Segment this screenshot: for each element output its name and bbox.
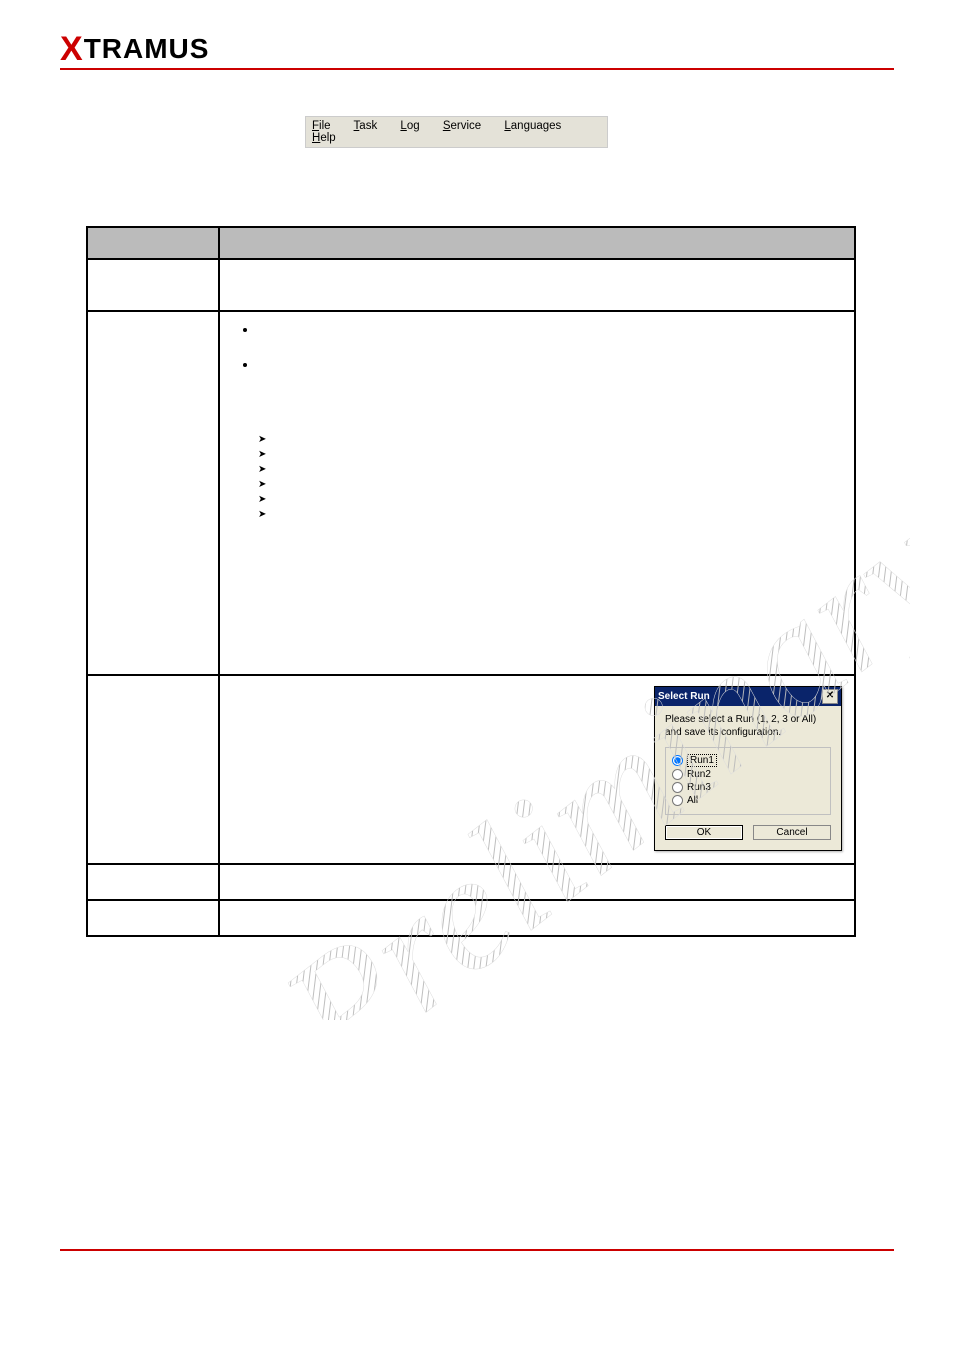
list-item: [258, 460, 844, 475]
logo-rest: TRAMUS: [84, 33, 210, 64]
list-item: [258, 505, 844, 520]
list-item: [258, 490, 844, 505]
table-row: [87, 259, 855, 311]
bullet-list: [258, 322, 844, 372]
file-menu-description-table: Select Run ✕ Please select a Run (1, 2, …: [86, 226, 856, 937]
radio-input-run3[interactable]: [672, 782, 683, 793]
radio-run3[interactable]: Run3: [672, 782, 824, 793]
list-item: [258, 475, 844, 490]
table-row: [87, 900, 855, 936]
cell-label: [87, 259, 219, 311]
radio-input-all[interactable]: [672, 795, 683, 806]
dialog-title: Select Run: [658, 691, 710, 702]
table-row: [87, 864, 855, 900]
cell-label: [87, 900, 219, 936]
header-divider: [60, 68, 894, 70]
table-row: Select Run ✕ Please select a Run (1, 2, …: [87, 675, 855, 864]
menu-service[interactable]: Service: [443, 120, 491, 132]
radio-label: Run3: [687, 782, 711, 793]
dialog-message: Please select a Run (1, 2, 3 or All) and…: [665, 714, 831, 739]
table-header-2: [219, 227, 855, 259]
list-item: [258, 430, 844, 445]
radio-run1[interactable]: Run1: [672, 754, 824, 767]
cell-content: [219, 900, 855, 936]
select-run-dialog: Select Run ✕ Please select a Run (1, 2, …: [654, 686, 842, 851]
radio-label: All: [687, 795, 698, 806]
cell-label: [87, 864, 219, 900]
menu-log[interactable]: Log: [400, 120, 429, 132]
radio-run2[interactable]: Run2: [672, 769, 824, 780]
table-header-row: [87, 227, 855, 259]
cell-label: [87, 675, 219, 864]
ok-button[interactable]: OK: [665, 825, 743, 840]
brand-logo: XTRAMUS: [60, 30, 209, 69]
footer-divider: [60, 1249, 894, 1251]
radio-all[interactable]: All: [672, 795, 824, 806]
radio-label: Run2: [687, 769, 711, 780]
list-item: [258, 322, 844, 337]
menu-file[interactable]: File: [312, 120, 341, 132]
cell-content: [219, 864, 855, 900]
table-header-1: [87, 227, 219, 259]
list-item: [258, 445, 844, 460]
menu-task[interactable]: Task: [354, 120, 388, 132]
table-row: [87, 311, 855, 675]
menu-bar-screenshot: File Task Log Service Languages Help: [305, 116, 608, 148]
dialog-titlebar: Select Run ✕: [655, 687, 841, 706]
cell-label: [87, 311, 219, 675]
menu-help[interactable]: Help: [312, 132, 346, 144]
radio-input-run1[interactable]: [672, 755, 683, 766]
radio-input-run2[interactable]: [672, 769, 683, 780]
list-item: [258, 357, 844, 372]
menu-languages[interactable]: Languages: [504, 120, 571, 132]
close-icon[interactable]: ✕: [822, 689, 838, 704]
run-options-group: Run1 Run2 Run3: [665, 747, 831, 815]
cancel-button[interactable]: Cancel: [753, 825, 831, 840]
cell-content: [219, 259, 855, 311]
cell-content: [219, 311, 855, 675]
arrow-list: [258, 430, 844, 520]
radio-label: Run1: [687, 754, 717, 767]
cell-content-with-dialog: Select Run ✕ Please select a Run (1, 2, …: [219, 675, 855, 864]
logo-x-letter: X: [60, 30, 84, 68]
